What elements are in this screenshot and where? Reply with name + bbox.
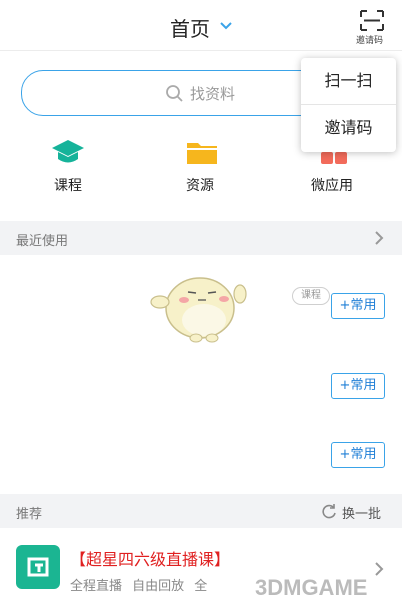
quick-course-label: 课程 [54,178,82,194]
folder-icon [187,143,217,164]
recommend-item-subtitle: 全程直播 自由回放 全 [70,579,208,594]
watermark: 3DMGAME [255,575,368,600]
search-placeholder: 找资料 [190,85,236,103]
chevron-down-icon[interactable] [218,12,234,40]
app-logo-icon [27,557,49,577]
chevron-right-icon[interactable] [372,229,386,247]
recommend-item-logo[interactable] [16,545,60,589]
chevron-right-icon[interactable] [372,560,386,578]
refresh-icon[interactable] [320,503,338,519]
recommend-section-title: 推荐 [16,507,43,522]
menu-item-scan[interactable]: 扫一扫 [301,58,396,104]
popup-menu: 扫一扫 邀请码 [301,58,396,152]
graduation-cap-icon [52,140,84,163]
add-favorite-button-1[interactable]: +常用 [331,293,385,319]
quick-micro-apps-label: 微应用 [311,178,353,194]
scan-icon [360,10,384,31]
popup-divider [301,104,396,105]
add-favorite-button-2[interactable]: +常用 [331,373,385,399]
menu-item-invite-code[interactable]: 邀请码 [301,105,396,151]
search-icon [166,85,183,102]
invite-code-label: 邀请码 [356,36,384,46]
recent-section-title: 最近使用 [16,234,69,249]
add-favorite-button-3[interactable]: +常用 [331,442,385,468]
quick-resources-label: 资源 [186,178,214,194]
page-title[interactable]: 首页 [170,13,210,42]
refresh-button[interactable]: 换一批 [342,503,381,522]
mascot-image [150,277,247,343]
course-tag: 课程 [292,287,330,305]
recommend-item-title[interactable]: 【超星四六级直播课】 [70,546,230,570]
